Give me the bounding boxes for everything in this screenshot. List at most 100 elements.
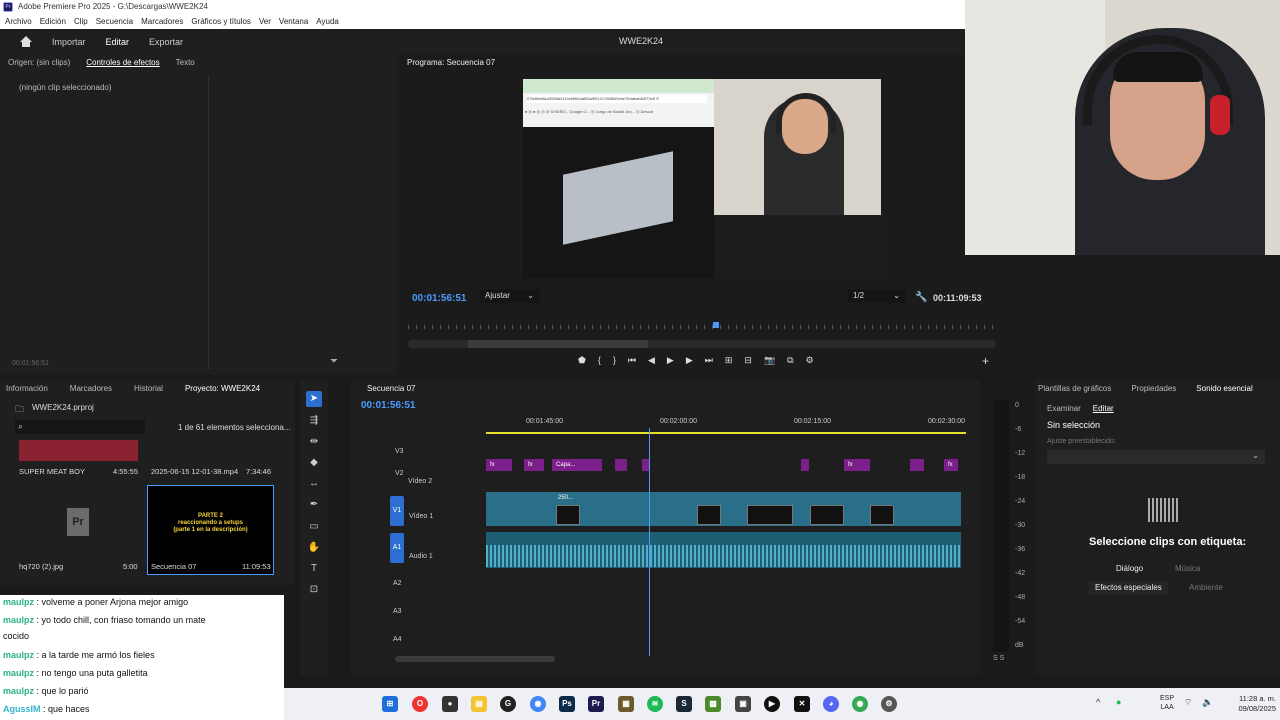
v2-clip[interactable]: fx [524,459,544,471]
timeline-zoom-scrollbar[interactable] [395,656,555,662]
home-icon[interactable] [20,36,32,47]
menu-edicion[interactable]: Edición [40,14,66,29]
super-meat-boy-thumb[interactable] [19,440,138,461]
track-select-tool-icon[interactable]: ⇶ [306,413,322,429]
v2-clip[interactable] [910,459,924,471]
slip-tool-icon[interactable]: ↔ [306,476,322,492]
program-tab[interactable]: Programa: Secuencia 07 [407,58,495,67]
tab-history[interactable]: Historial [134,384,163,393]
zoom-scrollbar-thumb[interactable] [468,340,648,348]
v2-clip[interactable]: fx [844,459,870,471]
photoshop-icon[interactable]: Ps [559,696,575,712]
program-ruler[interactable] [408,319,998,331]
wifi-icon[interactable]: ⌔ [1184,697,1192,708]
steam-icon[interactable]: S [676,696,692,712]
tray-app-icon[interactable]: ● [1116,697,1121,707]
tab-properties[interactable]: Propiedades [1131,384,1176,393]
menu-ver[interactable]: Ver [259,14,271,29]
settings-gear-icon[interactable]: ⚙ [881,696,897,712]
tab-source[interactable]: Origen: (sin clips) [8,58,70,67]
compare-icon[interactable]: ⧉ [787,355,793,366]
tab-project[interactable]: Proyecto: WWE2K24 [185,384,260,393]
media-icon[interactable]: ▶ [764,696,780,712]
v2-clip[interactable]: fx [944,459,958,471]
extract-icon[interactable]: ⊟ [744,355,752,366]
tab-markers[interactable]: Marcadores [70,384,112,393]
chrome-icon[interactable]: ◉ [530,696,546,712]
dialogue-button[interactable]: Diálogo [1110,562,1149,576]
mark-in-icon[interactable]: { [598,355,601,366]
add-button-icon[interactable]: + [982,354,989,368]
v2-clip[interactable] [801,459,809,471]
caption-tool-icon[interactable]: ⊡ [306,582,322,598]
game-icon[interactable]: ▦ [618,696,634,712]
track-a2[interactable]: A2 [393,580,402,587]
minecraft-icon[interactable]: ▩ [705,696,721,712]
step-forward-icon[interactable]: ▶ [686,355,693,366]
clock[interactable]: 11:28 a. m. 09/08/2025 [1226,694,1276,714]
v2-clip[interactable]: fx [486,459,512,471]
tab-exportar[interactable]: Exportar [149,37,183,47]
solo-buttons[interactable]: S S [993,655,1004,662]
track-v1-target[interactable]: V1 [390,496,404,526]
play-icon[interactable]: ▶ [667,355,674,366]
spotify-icon[interactable]: ≋ [647,696,663,712]
timeline-timecode[interactable]: 00:01:56:51 [361,400,415,411]
app-icon[interactable]: ● [442,696,458,712]
tab-info[interactable]: Información [6,384,48,393]
explorer-icon[interactable]: ▤ [471,696,487,712]
tab-graphics-templates[interactable]: Plantillas de gráficos [1038,384,1111,393]
selection-tool-icon[interactable]: ➤ [306,391,322,407]
go-to-in-icon[interactable]: ⏮ [628,355,636,366]
export-frame-icon[interactable]: 📷 [764,355,775,366]
track-a1-target[interactable]: A1 [390,533,404,563]
sfx-button[interactable]: Efectos especiales [1089,581,1168,595]
tab-effect-controls[interactable]: Controles de efectos [86,58,159,67]
timeline-playhead[interactable] [649,428,650,656]
menu-marcadores[interactable]: Marcadores [141,14,183,29]
tab-essential-sound[interactable]: Sonido esencial [1196,384,1252,393]
track-a4[interactable]: A4 [393,636,402,643]
program-zoom-scrollbar[interactable] [408,340,996,348]
timeline-tab[interactable]: Secuencia 07 [367,384,415,393]
premiere-file-icon[interactable]: Pr [67,508,89,536]
filter-icon[interactable]: ⏷ [330,356,338,367]
fit-dropdown[interactable]: Ajustar ⌄ [480,289,540,303]
pen-tool-icon[interactable]: ✒ [306,497,322,513]
language-indicator[interactable]: ESP LAA [1160,694,1174,712]
program-video[interactable]: 07fa9b6f8cd3555d0119cbf564a863a9f9121789… [523,79,881,279]
app-icon[interactable]: ▣ [735,696,751,712]
preset-dropdown[interactable]: ⌄ [1047,450,1265,464]
mark-out-icon[interactable]: } [613,355,616,366]
ambience-button[interactable]: Ambiente [1183,581,1229,595]
subtab-browse[interactable]: Examinar [1047,404,1081,413]
marker-icon[interactable]: ⬟ [578,355,586,366]
capcut-icon[interactable]: ✕ [794,696,810,712]
chrome-profile-icon[interactable]: ◉ [852,696,868,712]
hand-tool-icon[interactable]: ✋ [306,540,322,556]
project-search-input[interactable]: ⌕ [15,420,145,434]
v2-clip[interactable]: Capa... [552,459,602,471]
tray-chevron-icon[interactable]: ^ [1096,697,1100,707]
razor-tool-icon[interactable]: ◆ [306,455,322,471]
step-back-icon[interactable]: ◀ [648,355,655,366]
go-to-out-icon[interactable]: ⏭ [705,355,713,366]
premiere-icon[interactable]: Pr [588,696,604,712]
program-playhead[interactable] [713,322,719,328]
v2-clip[interactable] [615,459,627,471]
subtab-edit[interactable]: Editar [1093,404,1114,413]
volume-icon[interactable]: 🔈 [1202,697,1213,708]
settings-icon[interactable]: ⚙ [806,355,814,366]
lift-icon[interactable]: ⊞ [725,355,733,366]
tab-text[interactable]: Texto [176,58,195,67]
music-button[interactable]: Música [1169,562,1206,576]
wrench-icon[interactable]: 🔧 [915,292,927,303]
menu-ventana[interactable]: Ventana [279,14,308,29]
menu-archivo[interactable]: Archivo [5,14,32,29]
work-area-bar[interactable] [486,432,966,434]
menu-ayuda[interactable]: Ayuda [316,14,339,29]
ripple-edit-tool-icon[interactable]: ⇹ [306,434,322,450]
menu-secuencia[interactable]: Secuencia [96,14,133,29]
opera-icon[interactable]: O [412,696,428,712]
type-tool-icon[interactable]: T [306,561,322,577]
